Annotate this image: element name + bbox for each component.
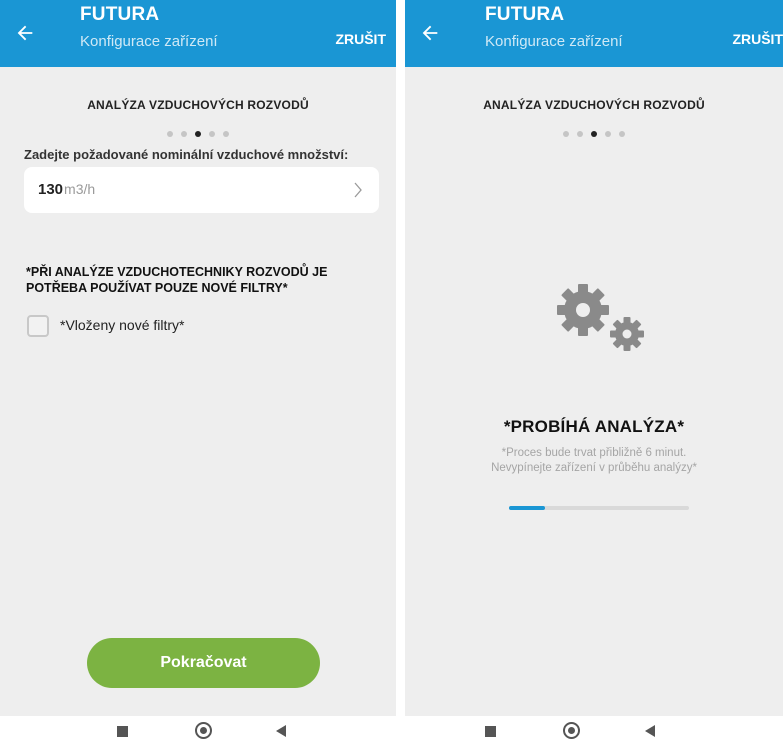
analysis-description-line2: Nevypínejte zařízení v průběhu analýzy* [491, 462, 697, 474]
step-dot [209, 131, 215, 137]
step-dot [223, 131, 229, 137]
analysis-progress-bar [509, 506, 689, 510]
gears-icon [557, 284, 644, 351]
back-triangle-icon[interactable] [645, 725, 655, 737]
home-circle-icon[interactable] [195, 722, 212, 739]
analysis-description: *Proces bude trvat přibližně 6 minut. Ne… [405, 446, 783, 476]
analysis-screen: FUTURA Konfigurace zařízení ZRUŠIT ANALÝ… [405, 0, 783, 716]
recents-square-icon[interactable] [117, 726, 128, 737]
step-indicator [405, 124, 783, 142]
step-dot [619, 131, 625, 137]
air-volume-field[interactable]: 130m3/h [24, 167, 379, 213]
step-dot [577, 131, 583, 137]
analysis-description-line1: *Proces bude trvat přibližně 6 minut. [501, 447, 687, 459]
step-dot [181, 131, 187, 137]
system-nav-bar [405, 716, 783, 749]
step-dot-active [195, 131, 201, 137]
air-volume-label: Zadejte požadované nominální vzduchové m… [24, 147, 349, 162]
cancel-button[interactable]: ZRUŠIT [335, 31, 386, 47]
arrow-back-icon[interactable] [14, 22, 36, 44]
filter-warning: *PŘI ANALÝZE VZDUCHOTECHNIKY ROZVODŮ JE … [26, 265, 328, 295]
step-dot [605, 131, 611, 137]
continue-button[interactable]: Pokračovat [87, 638, 320, 688]
step-indicator [0, 124, 396, 142]
air-volume-number: 130 [38, 181, 64, 198]
config-screen: FUTURA Konfigurace zařízení ZRUŠIT ANALÝ… [0, 0, 396, 716]
air-volume-value: 130m3/h [38, 181, 95, 198]
section-title: ANALÝZA VZDUCHOVÝCH ROZVODŮ [483, 98, 705, 112]
app-bar: FUTURA Konfigurace zařízení ZRUŠIT [0, 0, 396, 67]
app-title: FUTURA [485, 4, 565, 25]
analysis-status-title: *PROBÍHÁ ANALÝZA* [503, 417, 685, 436]
cancel-button[interactable]: ZRUŠIT [732, 31, 783, 47]
system-nav-bar [0, 716, 396, 749]
back-triangle-icon[interactable] [276, 725, 286, 737]
air-volume-unit: m3/h [64, 181, 96, 197]
arrow-back-icon[interactable] [419, 22, 441, 44]
home-circle-icon[interactable] [563, 722, 580, 739]
step-dot-active [591, 131, 597, 137]
section-title: ANALÝZA VZDUCHOVÝCH ROZVODŮ [87, 98, 309, 112]
app-bar: FUTURA Konfigurace zařízení ZRUŠIT [405, 0, 783, 67]
chevron-right-icon [354, 182, 362, 198]
step-dot [167, 131, 173, 137]
app-title: FUTURA [80, 4, 160, 25]
app-subtitle: Konfigurace zařízení [485, 33, 623, 50]
app-subtitle: Konfigurace zařízení [80, 33, 218, 50]
screen-divider [396, 0, 405, 716]
new-filters-checkbox[interactable] [27, 315, 49, 337]
new-filters-label: *Vloženy nové filtry* [60, 317, 185, 333]
step-dot [563, 131, 569, 137]
analysis-progress-fill [509, 506, 545, 510]
recents-square-icon[interactable] [485, 726, 496, 737]
